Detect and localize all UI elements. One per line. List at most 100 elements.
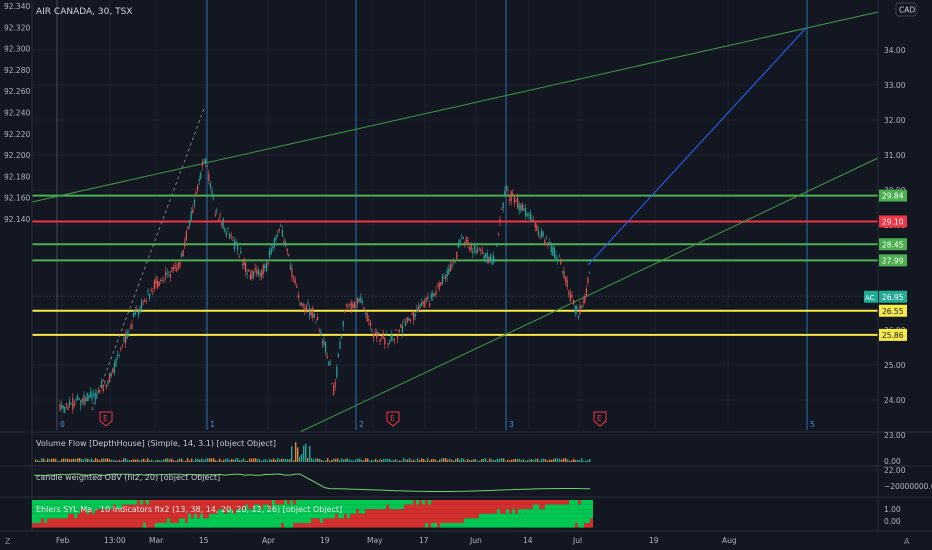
heatmap-cell xyxy=(392,500,395,505)
price-tag-label: 26.55 xyxy=(882,307,904,316)
left-price-scale[interactable]: 92.34092.32092.30092.28092.26092.24092.2… xyxy=(4,2,30,224)
heatmap-cell xyxy=(395,523,398,528)
heatmap-cell xyxy=(587,513,590,519)
heatmap-cell xyxy=(302,500,305,505)
heatmap-cell xyxy=(164,523,167,528)
heatmap-cell xyxy=(182,523,185,528)
heatmap-cell xyxy=(104,518,107,523)
heatmap-cell xyxy=(464,509,467,514)
volume-bar xyxy=(187,458,189,462)
candle-body xyxy=(547,242,549,245)
heatmap-cell xyxy=(530,518,533,523)
heatmap-cell xyxy=(32,523,35,528)
volume-bar xyxy=(343,459,345,462)
heatmap-cell xyxy=(191,523,194,528)
heatmap-cell xyxy=(137,500,140,505)
heatmap-cell xyxy=(335,518,338,523)
candle-body xyxy=(99,390,101,392)
candle-body xyxy=(246,273,248,275)
heatmap-cell xyxy=(71,518,74,523)
volume-bar xyxy=(345,458,347,462)
candle-body xyxy=(587,278,589,283)
heatmap-cell xyxy=(434,500,437,505)
heatmap-cell xyxy=(578,509,581,514)
obv-title[interactable]: candle weighted OBV (hl2, 20) [object Ob… xyxy=(36,473,220,482)
volume-flow-title[interactable]: Volume Flow [DepthHouse] (Simple, 14, 3.… xyxy=(36,439,276,448)
candle-body xyxy=(126,331,128,339)
heatmap-cell xyxy=(503,504,506,510)
candle-body xyxy=(265,263,267,271)
heatmap-cell xyxy=(179,518,182,523)
volume-bar xyxy=(283,458,285,462)
heatmap-cell xyxy=(587,523,590,528)
chart-canvas[interactable]: 01235 EEE 0.00−20000000.001.000.00 92.34… xyxy=(0,0,932,550)
heatmap-cell xyxy=(59,513,62,519)
heatmap-cell xyxy=(356,504,359,510)
cycle-label: 2 xyxy=(359,420,364,429)
heatmap-cell xyxy=(137,518,140,523)
right-scale-tick: 31.00 xyxy=(884,151,906,160)
volume-bar xyxy=(71,459,73,462)
volume-bar xyxy=(57,460,59,462)
volume-bar xyxy=(173,460,175,462)
heatmap-cell xyxy=(242,518,245,523)
heatmap-cell xyxy=(233,500,236,505)
heatmap-cell xyxy=(470,504,473,510)
candle-body xyxy=(105,384,107,388)
candle-body xyxy=(179,261,181,267)
candle-body xyxy=(230,235,232,236)
volume-bar xyxy=(155,460,157,462)
auto-scale-button[interactable]: A xyxy=(904,537,909,546)
heatmap-cell xyxy=(284,513,287,519)
volume-bar xyxy=(35,459,37,462)
volume-bar xyxy=(95,458,97,462)
candle-body xyxy=(517,197,519,208)
heatmap-cell xyxy=(575,518,578,523)
candle-body xyxy=(525,208,527,217)
horizontal-levels[interactable] xyxy=(32,194,878,336)
time-axis-label: Apr xyxy=(262,536,276,545)
heatmap-cell xyxy=(89,518,92,523)
volume-bar xyxy=(55,458,57,462)
heatmap-cell xyxy=(107,500,110,505)
timezone-button[interactable]: Z xyxy=(5,537,10,546)
ehlers-title[interactable]: Ehlers SYL Ma - 10 indicators fix2 (13, … xyxy=(36,505,342,514)
earnings-events[interactable]: EEE xyxy=(99,411,607,427)
volume-bar xyxy=(579,460,581,462)
time-axis[interactable]: Feb 13:00 Mar 15 Apr 19 May 17 Jun 14 Jul 19 Aug xyxy=(56,536,737,545)
heatmap-cell xyxy=(317,513,320,519)
candle-body xyxy=(467,240,469,244)
volume-bar xyxy=(539,460,541,462)
heatmap-cell xyxy=(227,523,230,528)
time-axis-label: Mar xyxy=(149,536,164,545)
candle-body xyxy=(408,318,410,321)
volume-bar xyxy=(323,460,325,462)
candle-body xyxy=(336,366,338,378)
heatmap-cell xyxy=(197,523,200,528)
volume-bar xyxy=(175,460,177,462)
heatmap-cell xyxy=(455,509,458,514)
heatmap-cell xyxy=(527,513,530,519)
heatmap-cell xyxy=(161,500,164,505)
heatmap-cell xyxy=(428,504,431,510)
volume-bar xyxy=(537,458,539,462)
heatmap-cell xyxy=(506,523,509,528)
heatmap-cell xyxy=(278,523,281,528)
candle-body xyxy=(523,208,525,211)
right-price-scale[interactable]: 34.0033.0032.0031.0030.0029.0028.0027.00… xyxy=(864,2,917,475)
heatmap-cell xyxy=(92,518,95,523)
volume-bar xyxy=(397,460,399,462)
heatmap-cell xyxy=(65,500,68,505)
candle-body xyxy=(398,329,400,333)
heatmap-cell xyxy=(566,509,569,514)
candle-body xyxy=(189,219,191,226)
candle-body xyxy=(249,274,251,280)
heatmap-cell xyxy=(506,504,509,510)
heatmap-cell xyxy=(446,523,449,528)
heatmap-cell xyxy=(173,513,176,519)
heatmap-cell xyxy=(455,504,458,510)
heatmap-cell xyxy=(443,523,446,528)
volume-bar xyxy=(105,458,107,462)
heatmap-cell xyxy=(59,518,62,523)
heatmap-cell xyxy=(572,518,575,523)
